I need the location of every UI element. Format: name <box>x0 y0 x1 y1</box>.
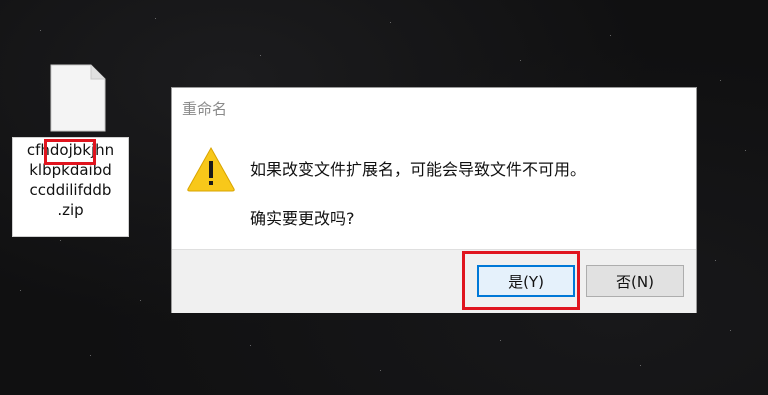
file-name-line: ccddilifddb <box>29 181 112 199</box>
dialog-title: 重命名 <box>182 100 228 118</box>
rename-confirm-dialog: 重命名 如果改变文件扩展名，可能会导致文件不可用。 确实要更改吗? 是(Y) 否… <box>171 87 697 313</box>
dialog-message: 如果改变文件扩展名，可能会导致文件不可用。 <box>250 160 587 179</box>
no-button[interactable]: 否(N) <box>586 265 684 297</box>
file-extension: .zip <box>57 201 84 219</box>
extension-highlight-box <box>44 139 96 165</box>
file-icon <box>50 64 106 132</box>
yes-button[interactable]: 是(Y) <box>477 265 575 297</box>
dialog-button-bar: 是(Y) 否(N) <box>172 249 696 313</box>
warning-icon <box>187 146 235 192</box>
dialog-question: 确实要更改吗? <box>250 209 355 228</box>
